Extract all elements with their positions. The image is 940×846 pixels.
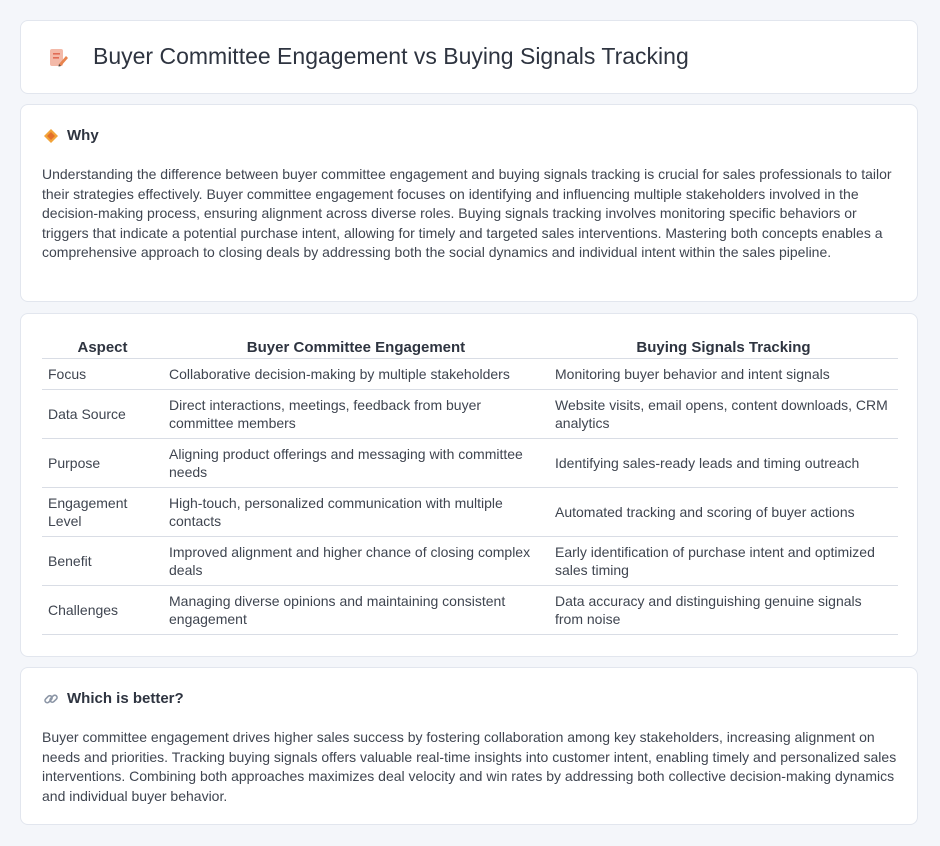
which-better-text: Buyer committee engagement drives higher… <box>42 729 897 804</box>
why-title: Why <box>67 127 99 144</box>
row-buying-signals: Early identification of purchase intent … <box>549 536 898 586</box>
row-buying-signals: Monitoring buyer behavior and intent sig… <box>549 358 898 390</box>
document-pencil-icon <box>50 49 68 67</box>
row-buying-signals: Data accuracy and distinguishing genuine… <box>549 585 898 635</box>
table-row: Purpose Aligning product offerings and m… <box>42 438 898 488</box>
why-heading: Why <box>43 127 99 144</box>
link-icon <box>44 693 58 704</box>
table-row: Challenges Managing diverse opinions and… <box>42 585 898 635</box>
why-text: Understanding the difference between buy… <box>42 166 892 260</box>
which-better-section: Which is better? Buyer committee engagem… <box>20 667 918 825</box>
row-aspect: Purpose <box>42 438 163 488</box>
comparison-card: Aspect Buyer Committee Engagement Buying… <box>20 313 918 657</box>
row-aspect: Focus <box>42 358 163 390</box>
row-buyer-committee: Direct interactions, meetings, feedback … <box>163 389 549 439</box>
column-header-aspect: Aspect <box>42 336 163 359</box>
column-header-buying-signals: Buying Signals Tracking <box>549 336 898 359</box>
row-buyer-committee: High-touch, personalized communication w… <box>163 487 549 537</box>
row-buyer-committee: Improved alignment and higher chance of … <box>163 536 549 586</box>
diamond-icon <box>44 128 58 143</box>
row-buying-signals: Identifying sales-ready leads and timing… <box>549 438 898 488</box>
page-title: Buyer Committee Engagement vs Buying Sig… <box>93 43 689 69</box>
row-aspect: Engagement Level <box>42 487 163 537</box>
row-aspect: Benefit <box>42 536 163 586</box>
row-buyer-committee: Aligning product offerings and messaging… <box>163 438 549 488</box>
which-better-heading: Which is better? <box>43 690 184 707</box>
column-header-buyer-committee: Buyer Committee Engagement <box>163 336 549 359</box>
row-aspect: Data Source <box>42 389 163 439</box>
table-row: Data Source Direct interactions, meeting… <box>42 389 898 439</box>
row-buying-signals: Website visits, email opens, content dow… <box>549 389 898 439</box>
row-aspect: Challenges <box>42 585 163 635</box>
table-row: Engagement Level High-touch, personalize… <box>42 487 898 537</box>
table-row: Benefit Improved alignment and higher ch… <box>42 536 898 586</box>
comparison-table: Aspect Buyer Committee Engagement Buying… <box>42 336 898 635</box>
header-card: Buyer Committee Engagement vs Buying Sig… <box>20 20 918 94</box>
table-header-row: Aspect Buyer Committee Engagement Buying… <box>42 336 898 359</box>
why-section: Why Understanding the difference between… <box>20 104 918 302</box>
row-buyer-committee: Collaborative decision-making by multipl… <box>163 358 549 390</box>
row-buying-signals: Automated tracking and scoring of buyer … <box>549 487 898 537</box>
table-row: Focus Collaborative decision-making by m… <box>42 358 898 390</box>
row-buyer-committee: Managing diverse opinions and maintainin… <box>163 585 549 635</box>
which-better-title: Which is better? <box>67 690 184 707</box>
